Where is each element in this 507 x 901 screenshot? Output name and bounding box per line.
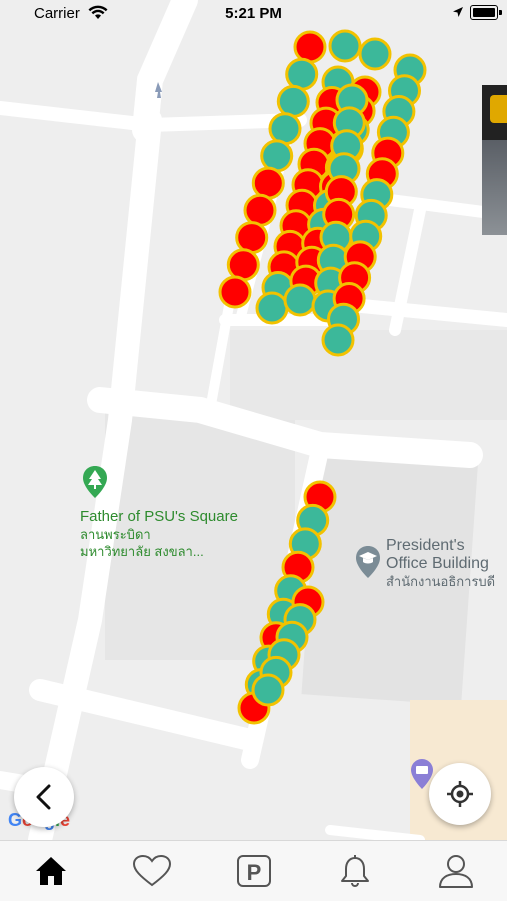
crosshair-icon <box>447 781 473 807</box>
parking-spot-marker-occupied[interactable] <box>218 275 252 309</box>
poi-subtitle: สำนักงานอธิการบดี <box>386 574 496 589</box>
clock: 5:21 PM <box>225 5 282 22</box>
parking-spot-marker-available[interactable] <box>255 291 289 325</box>
user-icon <box>439 855 474 888</box>
parking-spot-marker-available[interactable] <box>276 84 310 118</box>
parking-spot-marker-available[interactable] <box>358 37 392 71</box>
svg-text:P: P <box>246 860 261 885</box>
tab-parking[interactable]: P <box>203 841 304 901</box>
poi-title-line-1: President's <box>386 537 465 554</box>
parking-spot-marker-occupied[interactable] <box>235 221 269 255</box>
tab-notifications[interactable] <box>304 841 405 901</box>
battery-icon <box>470 5 502 20</box>
poi-subtitle-2: มหาวิทยาลัย สงขลา... <box>80 544 204 559</box>
heart-icon <box>133 854 172 887</box>
poi-presidents-office[interactable]: President's Office Building สำนักงานอธิก… <box>386 537 495 591</box>
tab-bar: P <box>0 840 507 901</box>
my-location-button[interactable] <box>429 763 491 825</box>
home-icon <box>35 857 66 885</box>
location-arrow-icon <box>453 7 463 17</box>
map-roads <box>0 0 507 840</box>
parking-spot-marker-available[interactable] <box>283 283 317 317</box>
poi-title-line-2: Office Building <box>386 555 489 572</box>
tab-home[interactable] <box>0 841 101 901</box>
tab-profile[interactable] <box>406 841 507 901</box>
graduation-pin-icon[interactable] <box>355 545 381 579</box>
parking-spot-marker-occupied[interactable] <box>293 30 327 64</box>
bell-icon <box>340 855 369 888</box>
parking-spot-marker-available[interactable] <box>328 29 362 63</box>
parking-spot-marker-available[interactable] <box>321 323 355 357</box>
poi-title: Father of PSU's Square <box>80 508 238 525</box>
parking-spot-marker-available[interactable] <box>260 139 294 173</box>
parking-spot-marker-available[interactable] <box>268 112 302 146</box>
status-bar: Carrier 5:21 PM <box>0 0 507 26</box>
poi-subtitle-1: ลานพระบิดา <box>80 527 151 542</box>
map-view[interactable]: Father of PSU's Square ลานพระบิดา มหาวิท… <box>0 0 507 840</box>
parking-spot-marker-occupied[interactable] <box>243 193 277 227</box>
parking-spot-marker-occupied[interactable] <box>251 166 285 200</box>
parking-spot-marker-available[interactable] <box>251 673 285 707</box>
photo-thumbnail[interactable] <box>482 85 507 235</box>
parking-spot-marker-occupied[interactable] <box>226 248 260 282</box>
poi-father-psu-square[interactable]: Father of PSU's Square ลานพระบิดา มหาวิท… <box>80 508 238 560</box>
chevron-left-icon <box>36 784 51 810</box>
parking-spot-marker-available[interactable] <box>285 57 319 91</box>
tab-favorites[interactable] <box>101 841 202 901</box>
back-button[interactable] <box>14 767 74 827</box>
tree-pin-icon[interactable] <box>82 465 108 499</box>
parking-icon: P <box>236 855 271 887</box>
